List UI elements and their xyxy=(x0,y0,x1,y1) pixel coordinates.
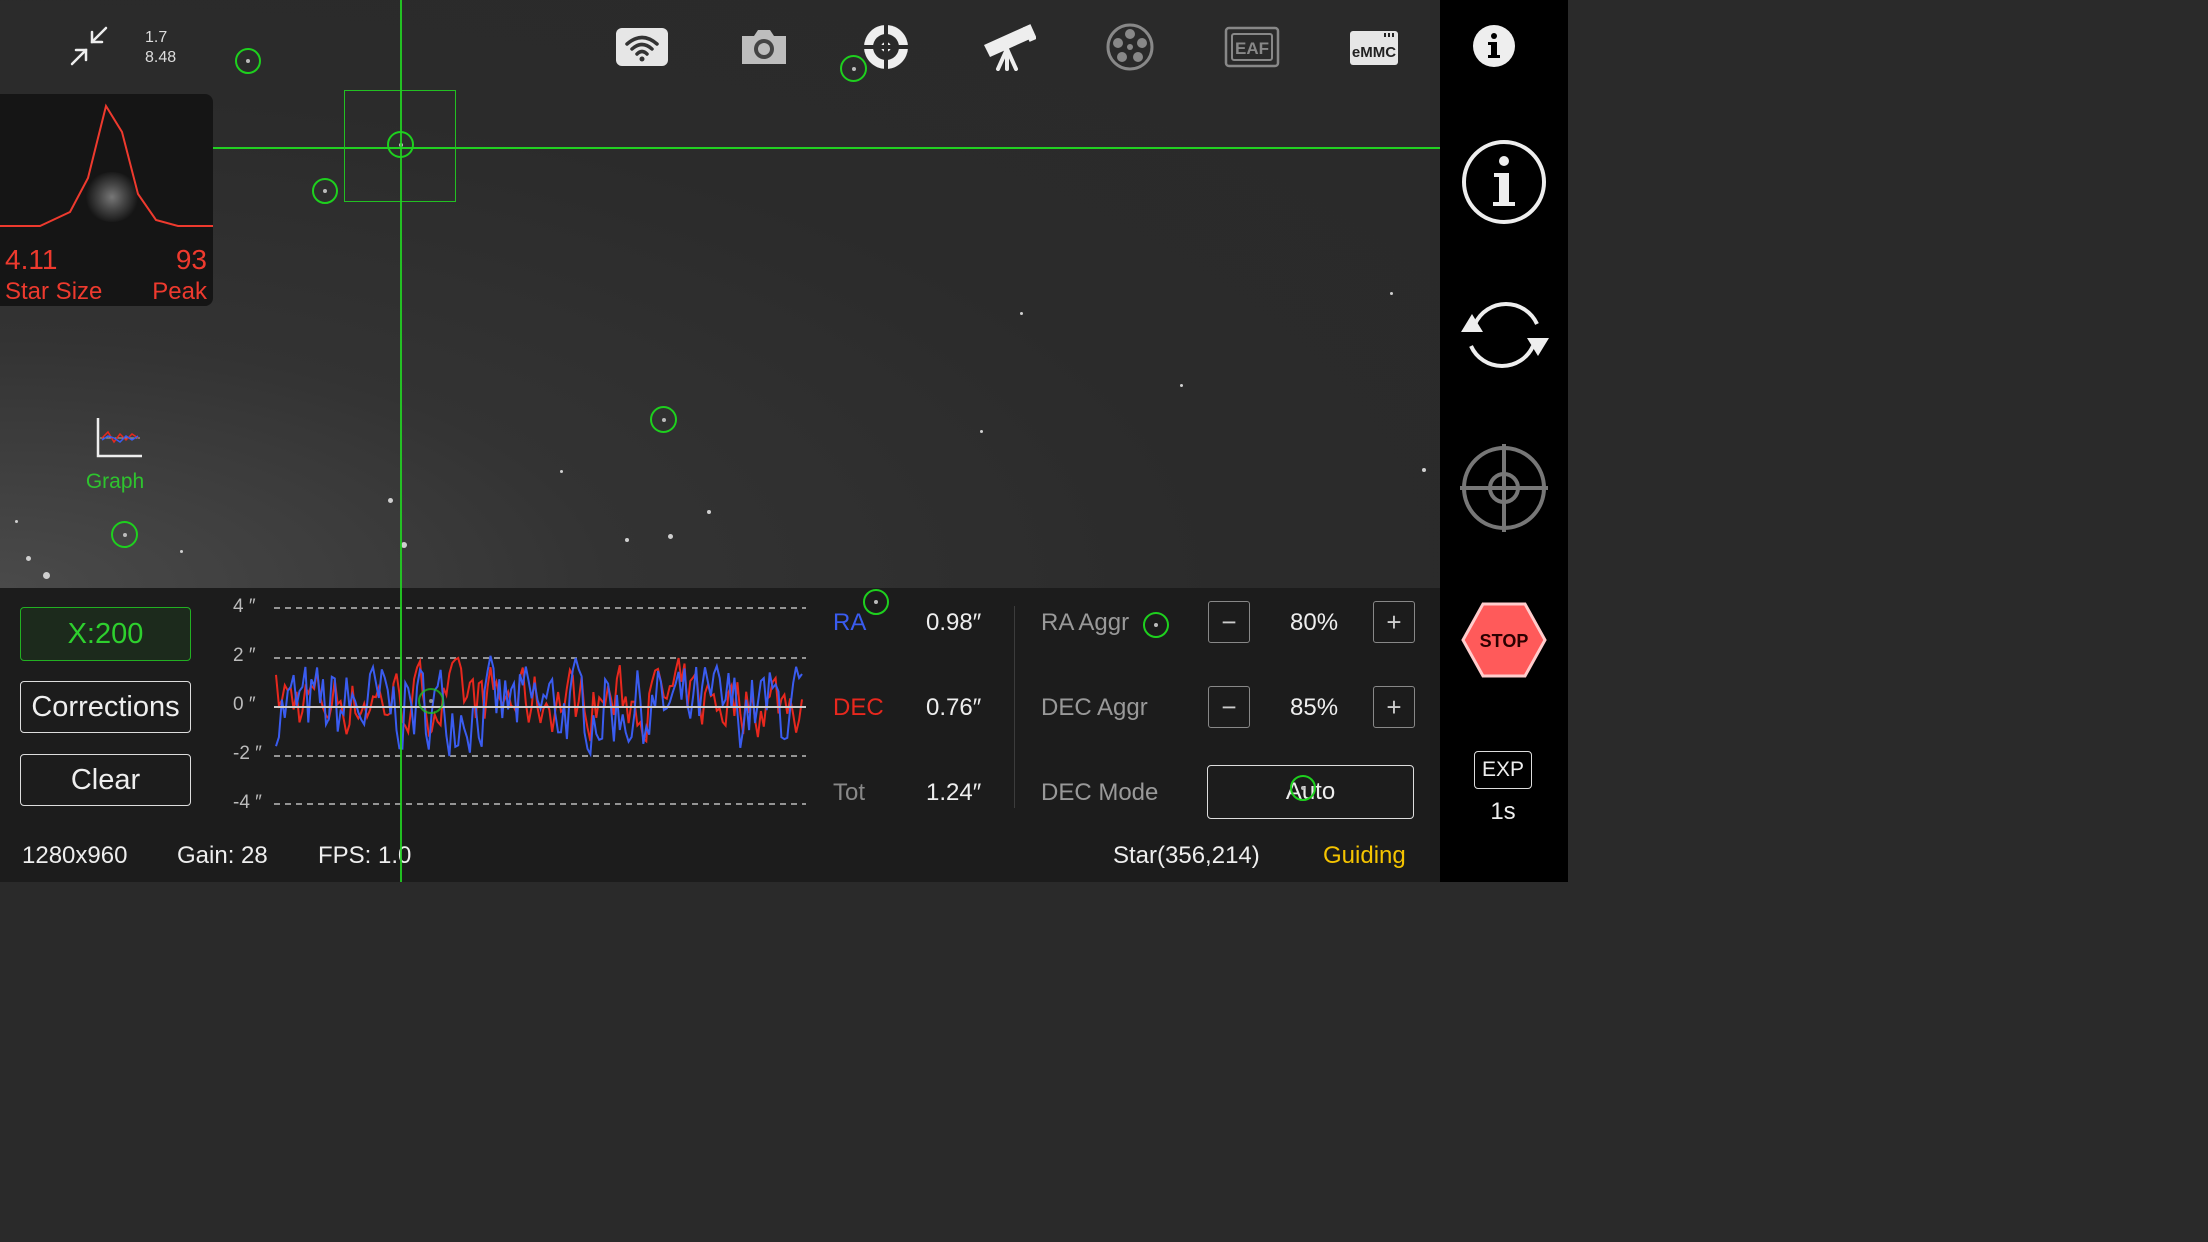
graph-label: Graph xyxy=(85,470,145,493)
dec-rms-value: 0.76″ xyxy=(926,694,982,721)
ra-aggr-value: 80% xyxy=(1290,609,1339,636)
eaf-label: EAF xyxy=(1235,39,1269,58)
target-button[interactable] xyxy=(1460,444,1548,532)
y-tick-label: 4 ″ xyxy=(233,596,256,617)
dec-mode-label: DEC Mode xyxy=(1041,779,1159,806)
fullscreen-toggle[interactable] xyxy=(68,26,112,66)
star-position-readout: Star(356,214) xyxy=(1113,842,1260,869)
collapse-arrows-icon xyxy=(70,26,108,66)
refresh-icon xyxy=(1461,302,1549,368)
ra-aggr-label: RA Aggr xyxy=(1041,609,1130,636)
telescope-button[interactable] xyxy=(980,22,1036,72)
eaf-icon: EAF xyxy=(1224,26,1280,68)
info-filled-icon xyxy=(1473,25,1515,67)
detected-star-marker xyxy=(111,521,138,548)
graph-icon xyxy=(96,418,142,458)
filter-wheel-icon xyxy=(1106,23,1154,71)
stop-sign-icon: STOP xyxy=(1461,602,1547,678)
stop-button[interactable]: STOP xyxy=(1461,602,1547,678)
dec-aggr-value: 85% xyxy=(1290,694,1339,721)
y-tick-label: 2 ″ xyxy=(233,645,256,666)
gain-readout: Gain: 28 xyxy=(177,842,268,869)
guide-error-graph xyxy=(274,607,806,805)
zoom-line-1: 1.7 xyxy=(145,29,168,46)
crosshair-vertical xyxy=(400,0,402,882)
star-profile-panel: 4.11 93 Star Size Peak xyxy=(0,94,213,306)
info-icon xyxy=(1462,140,1546,224)
divider xyxy=(1014,606,1015,808)
right-sidebar: STOP EXP 1s xyxy=(1440,0,1568,882)
info-button[interactable] xyxy=(1461,139,1547,225)
y-tick-label: -4 ″ xyxy=(233,792,262,813)
guide-button[interactable] xyxy=(858,22,914,72)
telescope-icon xyxy=(984,24,1036,71)
guiding-status: Guiding xyxy=(1323,842,1406,869)
dec-label: DEC xyxy=(833,694,884,721)
tot-rms-value: 1.24″ xyxy=(926,779,982,806)
emmc-icon: eMMC xyxy=(1350,31,1398,65)
exposure-button[interactable]: EXP xyxy=(1474,751,1532,789)
fps-readout: FPS: 1.0 xyxy=(318,842,412,869)
dec-aggr-decrease-button[interactable]: − xyxy=(1208,686,1250,728)
clear-button[interactable]: Clear xyxy=(20,754,191,806)
guide-target-icon xyxy=(861,22,911,72)
ra-aggr-decrease-button[interactable]: − xyxy=(1208,601,1250,643)
crosshair-icon xyxy=(1460,444,1548,532)
corrections-button[interactable]: Corrections xyxy=(20,681,191,733)
stop-label: STOP xyxy=(1480,631,1529,651)
detected-star-marker xyxy=(863,589,889,615)
detected-star-marker xyxy=(1290,775,1316,801)
camera-icon xyxy=(742,30,786,64)
star-size-value: 4.11 xyxy=(5,244,58,275)
y-tick-label: 0 ″ xyxy=(233,694,256,715)
eaf-button[interactable]: EAF xyxy=(1224,22,1280,72)
zoom-readout: 1.7 8.48 xyxy=(145,28,176,68)
ra-label: RA xyxy=(833,609,867,636)
emmc-button[interactable]: eMMC xyxy=(1346,22,1402,72)
y-tick-label: -2 ″ xyxy=(233,743,262,764)
refresh-button[interactable] xyxy=(1457,292,1551,378)
peak-label: Peak xyxy=(152,278,207,305)
dec-aggr-label: DEC Aggr xyxy=(1041,694,1148,721)
wifi-button[interactable] xyxy=(614,22,670,72)
detected-star-marker xyxy=(650,406,677,433)
resolution-readout: 1280x960 xyxy=(22,842,128,869)
tot-label: Tot xyxy=(833,779,866,806)
wifi-icon xyxy=(616,28,668,66)
guide-camera-view[interactable] xyxy=(0,0,1440,588)
camera-button[interactable] xyxy=(736,22,792,72)
zoom-line-2: 8.48 xyxy=(145,49,177,66)
scale-button[interactable]: X:200 xyxy=(20,607,191,661)
detected-star-marker xyxy=(418,688,444,714)
peak-value: 93 xyxy=(175,244,207,275)
graph-button[interactable]: Graph xyxy=(82,416,148,500)
filter-wheel-button[interactable] xyxy=(1102,22,1158,72)
exposure-value: 1s xyxy=(1490,798,1516,825)
star-size-label: Star Size xyxy=(5,278,103,305)
detected-star-marker xyxy=(312,178,338,204)
info-small-button[interactable] xyxy=(1472,24,1516,68)
ra-rms-value: 0.98″ xyxy=(926,609,982,636)
dec-aggr-increase-button[interactable]: + xyxy=(1373,686,1415,728)
ra-aggr-increase-button[interactable]: + xyxy=(1373,601,1415,643)
star-profile-curve xyxy=(0,103,213,227)
detected-star-marker xyxy=(1143,612,1169,638)
detected-star-marker xyxy=(235,48,261,74)
emmc-label: eMMC xyxy=(1352,44,1396,61)
